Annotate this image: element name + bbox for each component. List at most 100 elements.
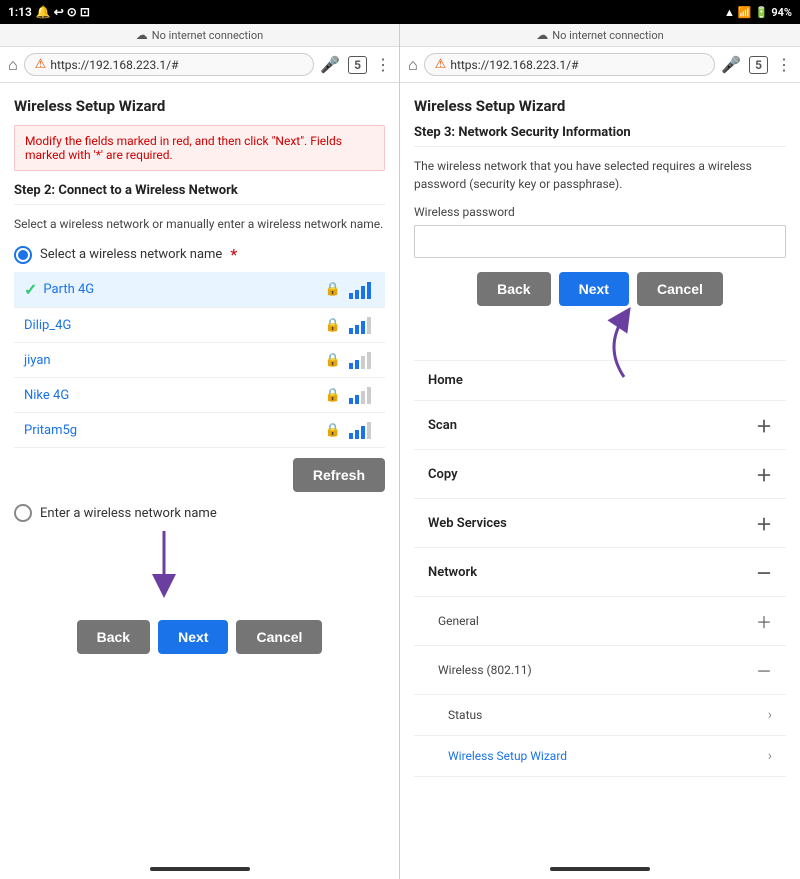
enter-network-radio[interactable] (14, 504, 32, 522)
left-panel: ☁ No internet connection ⌂ ⚠ https://192… (0, 24, 400, 879)
menu-status[interactable]: Status › (414, 695, 786, 736)
network-item-parth4g[interactable]: ✓ Parth 4G 🔒 (14, 272, 385, 308)
password-label: Wireless password (414, 205, 786, 219)
more-icon[interactable]: ⋮ (375, 55, 391, 74)
menu-webservices[interactable]: Web Services ＋ (414, 499, 786, 548)
lock-icon-nike4g: 🔒 (325, 388, 341, 403)
menu-wireless-80211[interactable]: Wireless (802.11) － (414, 646, 786, 695)
network-list: ✓ Parth 4G 🔒 Dilip_4G 🔒 (14, 272, 385, 448)
right-panel: ☁ No internet connection ⌂ ⚠ https://192… (400, 24, 800, 879)
network-name-jiyan: jiyan (24, 353, 325, 368)
browser-icons-right: 🎤 5 ⋮ (721, 55, 792, 74)
no-internet-banner-right: ☁ No internet connection (400, 24, 800, 47)
menu-wireless-setup-wizard[interactable]: Wireless Setup Wizard › (414, 736, 786, 777)
network-item-jiyan[interactable]: jiyan 🔒 (14, 343, 385, 378)
signal-icon-parth4g (347, 281, 375, 299)
bottom-bar-left (0, 859, 399, 879)
home-icon[interactable]: ⌂ (8, 55, 18, 75)
browser-bar-right: ⌂ ⚠ https://192.168.223.1/# 🎤 5 ⋮ (400, 47, 800, 83)
menu-scan-label: Scan (428, 418, 457, 433)
menu-general[interactable]: General ＋ (414, 597, 786, 646)
right-btn-row-positioned: Back Next Cancel (414, 272, 786, 306)
network-name-dilip4g: Dilip_4G (24, 318, 325, 333)
left-btn-row: Back Next Cancel (14, 620, 385, 654)
menu-copy-label: Copy (428, 467, 458, 482)
network-item-dilip4g[interactable]: Dilip_4G 🔒 (14, 308, 385, 343)
battery-icon: 🔋 (755, 6, 769, 19)
menu-network[interactable]: Network － (414, 548, 786, 597)
signal-icon-dilip4g (347, 316, 375, 334)
no-internet-icon: ☁ (136, 28, 148, 42)
scan-plus-icon: ＋ (756, 413, 772, 437)
select-network-radio[interactable] (14, 246, 32, 264)
network-name-pritam5g: Pritam5g (24, 423, 325, 438)
right-page-content: Wireless Setup Wizard Step 3: Network Se… (400, 83, 800, 859)
bottom-menu: Home Scan ＋ Copy ＋ Web Services ＋ Networ… (414, 360, 786, 777)
notification-icons: 🔔 ↩ ⊙ ⊡ (36, 5, 90, 19)
enter-network-row[interactable]: Enter a wireless network name (14, 504, 385, 522)
status-bar: 1:13 🔔 ↩ ⊙ ⊡ ▲ 📶 🔋 94% (0, 0, 800, 24)
time: 1:13 (8, 5, 32, 19)
browser-icons-left: 🎤 5 ⋮ (320, 55, 391, 74)
menu-status-label: Status (448, 708, 482, 722)
network-item-pritam5g[interactable]: Pritam5g 🔒 (14, 413, 385, 448)
error-banner: Modify the fields marked in red, and the… (14, 125, 385, 171)
menu-home[interactable]: Home (414, 361, 786, 401)
next-button-right[interactable]: Next (559, 272, 629, 306)
right-page-title: Wireless Setup Wizard (414, 97, 786, 115)
required-star: * (230, 245, 237, 264)
left-page-title: Wireless Setup Wizard (14, 97, 385, 115)
home-icon-right[interactable]: ⌂ (408, 55, 418, 75)
bottom-indicator-right (550, 867, 650, 871)
cancel-button-right[interactable]: Cancel (637, 272, 723, 306)
refresh-button[interactable]: Refresh (293, 458, 385, 492)
menu-home-label: Home (428, 373, 463, 388)
step2-desc: Select a wireless network or manually en… (14, 215, 385, 233)
signal-icon-jiyan (347, 351, 375, 369)
no-internet-banner: ☁ No internet connection (0, 24, 399, 47)
status-right: ▲ 📶 🔋 94% (724, 6, 792, 19)
back-button-left[interactable]: Back (77, 620, 150, 654)
refresh-row: Refresh (14, 458, 385, 492)
network-name-nike4g: Nike 4G (24, 388, 325, 403)
back-button-right[interactable]: Back (477, 272, 550, 306)
step3-desc: The wireless network that you have selec… (414, 157, 786, 193)
menu-webservices-label: Web Services (428, 516, 507, 531)
menu-copy[interactable]: Copy ＋ (414, 450, 786, 499)
warning-icon: ⚠ (35, 57, 47, 72)
url-bar-left[interactable]: ⚠ https://192.168.223.1/# (24, 53, 315, 76)
cancel-button-left[interactable]: Cancel (236, 620, 322, 654)
signal-icon-nike4g (347, 386, 375, 404)
copy-plus-icon: ＋ (756, 462, 772, 486)
tab-count-left[interactable]: 5 (348, 56, 367, 74)
webservices-plus-icon: ＋ (756, 511, 772, 535)
password-input[interactable] (414, 225, 786, 258)
url-text-left: https://192.168.223.1/# (50, 58, 178, 72)
check-icon: ✓ (24, 280, 37, 299)
wizard-chevron: › (768, 748, 772, 764)
bottom-indicator-left (150, 867, 250, 871)
menu-wireless-setup-wizard-label: Wireless Setup Wizard (448, 749, 567, 763)
wifi-icon: ▲ (724, 6, 735, 19)
signal-icon-pritam5g (347, 421, 375, 439)
select-network-radio-row[interactable]: Select a wireless network name * (14, 245, 385, 264)
general-plus-icon: ＋ (756, 609, 772, 633)
mic-icon-right[interactable]: 🎤 (721, 55, 741, 74)
lock-icon-pritam5g: 🔒 (325, 423, 341, 438)
mic-icon[interactable]: 🎤 (320, 55, 340, 74)
arrow-svg-left (134, 526, 194, 606)
tab-count-right[interactable]: 5 (749, 56, 768, 74)
network-item-nike4g[interactable]: Nike 4G 🔒 (14, 378, 385, 413)
battery-percent: 94% (771, 6, 792, 19)
network-name-parth4g: Parth 4G (43, 282, 324, 297)
step2-title: Step 2: Connect to a Wireless Network (14, 183, 385, 205)
lock-icon-parth4g: 🔒 (325, 282, 341, 297)
menu-general-label: General (438, 614, 479, 628)
url-bar-right[interactable]: ⚠ https://192.168.223.1/# (424, 53, 716, 76)
menu-scan[interactable]: Scan ＋ (414, 401, 786, 450)
status-chevron: › (768, 707, 772, 723)
next-button-left[interactable]: Next (158, 620, 228, 654)
signal-icon: 📶 (738, 6, 752, 19)
more-icon-right[interactable]: ⋮ (776, 55, 792, 74)
browser-bar-left: ⌂ ⚠ https://192.168.223.1/# 🎤 5 ⋮ (0, 47, 399, 83)
